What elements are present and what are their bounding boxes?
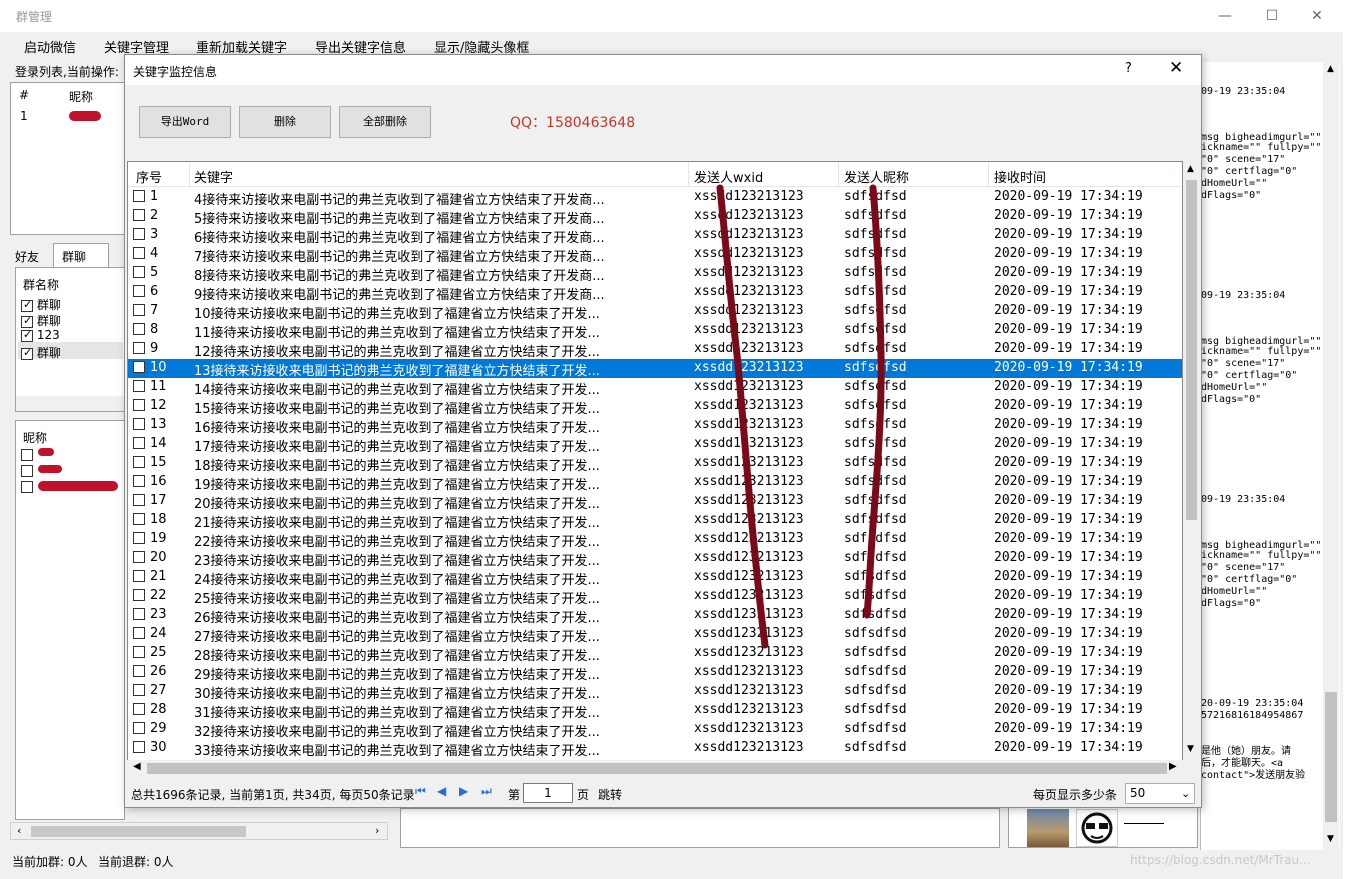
member-item[interactable] <box>21 479 33 493</box>
page-suffix: 页 <box>577 788 590 802</box>
member-checkbox[interactable] <box>21 480 33 493</box>
login-row-index[interactable]: 1 <box>20 109 28 123</box>
menu-start-wechat[interactable]: 启动微信 <box>24 37 76 56</box>
member-checkbox[interactable] <box>21 448 33 461</box>
log-line: 09-19 23:35:04 <box>1201 86 1286 97</box>
group-item[interactable]: 群聊 <box>21 312 61 329</box>
group-list-header: 群名称 <box>23 278 60 292</box>
status-join: 当前加群: 0人 <box>12 855 88 869</box>
login-list[interactable]: # 昵称 1 <box>10 82 125 235</box>
log-scrollbar[interactable]: ▲ ▼ <box>1323 62 1339 850</box>
log-line: contact">发送朋友验 <box>1201 770 1306 781</box>
first-page-icon[interactable]: ⏮ <box>415 784 426 799</box>
message-log[interactable]: 09-19 23:35:04 msg bigheadimgurl="" icknam… <box>1200 62 1340 850</box>
face-icon <box>1081 812 1113 844</box>
status-bar: 当前加群: 0人 当前退群: 0人 https://blog.csdn.net/… <box>0 850 1343 872</box>
login-list-label: 登录列表,当前操作: <box>15 65 119 79</box>
group-item[interactable]: 123 <box>21 328 60 342</box>
main-titlebar: 群管理 — ☐ ✕ <box>0 0 1343 32</box>
avatar-face[interactable] <box>1076 809 1118 847</box>
scroll-left-icon[interactable]: ‹ <box>17 824 21 837</box>
log-line: dFlags="0" <box>1201 598 1262 609</box>
log-line: 09-19 23:35:04 <box>1201 494 1286 505</box>
group-checkbox[interactable] <box>21 298 33 312</box>
log-line: dFlags="0" <box>1201 190 1262 201</box>
tab-groups[interactable]: 群聊 <box>53 243 109 267</box>
tab-groups-label: 群聊 <box>62 250 87 264</box>
log-line: "0" certflag="0" <box>1201 370 1298 381</box>
chevron-down-icon[interactable]: ⌄ <box>1181 784 1190 803</box>
redacted-member <box>38 448 54 456</box>
group-list[interactable]: 群名称 群聊 群聊 123 群聊 <box>15 267 125 412</box>
watermark: https://blog.csdn.net/MrTrau... <box>1130 853 1311 867</box>
redacted-nickname <box>69 111 101 121</box>
member-list-header: 昵称 <box>23 431 48 445</box>
log-line: ickname="" fullpy="" <box>1201 346 1322 357</box>
redacted-member <box>38 465 62 473</box>
divider <box>1124 823 1164 824</box>
group-checkbox[interactable] <box>21 314 33 328</box>
log-line: "0" scene="17" <box>1201 562 1286 573</box>
group-checkbox[interactable] <box>21 346 33 360</box>
page-size-label: 每页显示多少条 <box>1033 788 1118 802</box>
log-line: 09-19 23:35:04 <box>1201 290 1286 301</box>
scroll-right-icon[interactable]: › <box>375 824 379 837</box>
group-name: 群聊 <box>36 298 61 312</box>
log-line: "0" scene="17" <box>1201 154 1286 165</box>
log-line: "0" scene="17" <box>1201 358 1286 369</box>
scroll-thumb[interactable] <box>31 826 246 837</box>
log-line: "0" certflag="0" <box>1201 166 1298 177</box>
log-line: ickname="" fullpy="" <box>1201 550 1322 561</box>
group-name: 群聊 <box>36 346 61 360</box>
window-title: 群管理 <box>16 10 53 24</box>
log-line: 57216816184954867 <box>1201 710 1304 721</box>
group-item[interactable]: 群聊 <box>21 296 61 313</box>
menu-bar: 启动微信 关键字管理 重新加载关键字 导出关键字信息 显示/隐藏头像框 <box>0 34 1343 56</box>
group-name: 群聊 <box>36 314 61 328</box>
log-line: dFlags="0" <box>1201 394 1262 405</box>
page-size-value: 50 <box>1130 786 1146 800</box>
log-line: ickname="" fullpy="" <box>1201 142 1322 153</box>
status-leave: 当前退群: 0人 <box>98 855 174 869</box>
scroll-up-icon[interactable]: ▲ <box>1327 64 1334 74</box>
keyword-monitor-dialog: 关键字监控信息 ? ✕ 导出Word 删除 全部删除 QQ：1580463648… <box>124 54 1202 808</box>
page-number-input[interactable]: 1 <box>523 783 573 803</box>
chat-panel <box>400 808 1000 848</box>
page-prefix: 第 <box>508 788 521 802</box>
group-name: 123 <box>36 328 60 342</box>
next-page-icon[interactable]: ▶ <box>459 784 468 798</box>
member-item[interactable] <box>21 463 33 477</box>
redacted-member <box>38 481 118 491</box>
member-list[interactable]: 昵称 <box>15 420 125 820</box>
avatar-landscape[interactable] <box>1027 809 1069 847</box>
group-item[interactable]: 群聊 <box>21 344 61 361</box>
group-hscroll[interactable] <box>16 396 124 411</box>
login-header-nickname: 昵称 <box>69 90 94 104</box>
login-header-index: # <box>19 88 30 102</box>
log-line: dHomeUrl="" <box>1201 382 1268 393</box>
log-line: dHomeUrl="" <box>1201 586 1268 597</box>
log-line: "0" certflag="0" <box>1201 574 1298 585</box>
scribble-overlay <box>716 184 885 649</box>
log-scroll-thumb[interactable] <box>1325 692 1337 822</box>
last-page-icon[interactable]: ⏭ <box>481 784 492 799</box>
log-line: 20-09-19 23:35:04 <box>1201 698 1304 709</box>
member-item[interactable] <box>21 447 33 461</box>
left-hscroll[interactable]: ‹ › <box>10 822 388 840</box>
group-checkbox[interactable] <box>21 328 33 342</box>
minimize-icon[interactable]: — <box>1210 4 1240 28</box>
close-icon[interactable]: ✕ <box>1302 4 1332 28</box>
member-checkbox[interactable] <box>21 464 33 477</box>
page-size-select[interactable]: 50 ⌄ <box>1125 783 1195 804</box>
jump-button[interactable]: 跳转 <box>598 786 622 803</box>
pager-summary: 总共1696条记录, 当前第1页, 共34页, 每页50条记录 <box>131 788 415 802</box>
log-line: dHomeUrl="" <box>1201 178 1268 189</box>
scroll-down-icon[interactable]: ▼ <box>1327 834 1334 844</box>
prev-page-icon[interactable]: ◀ <box>437 784 446 798</box>
tab-friends[interactable]: 好友 <box>15 248 39 265</box>
pager: 总共1696条记录, 当前第1页, 共34页, 每页50条记录 ⏮ ◀ ▶ ⏭ … <box>125 779 1201 807</box>
maximize-icon[interactable]: ☐ <box>1257 4 1287 28</box>
